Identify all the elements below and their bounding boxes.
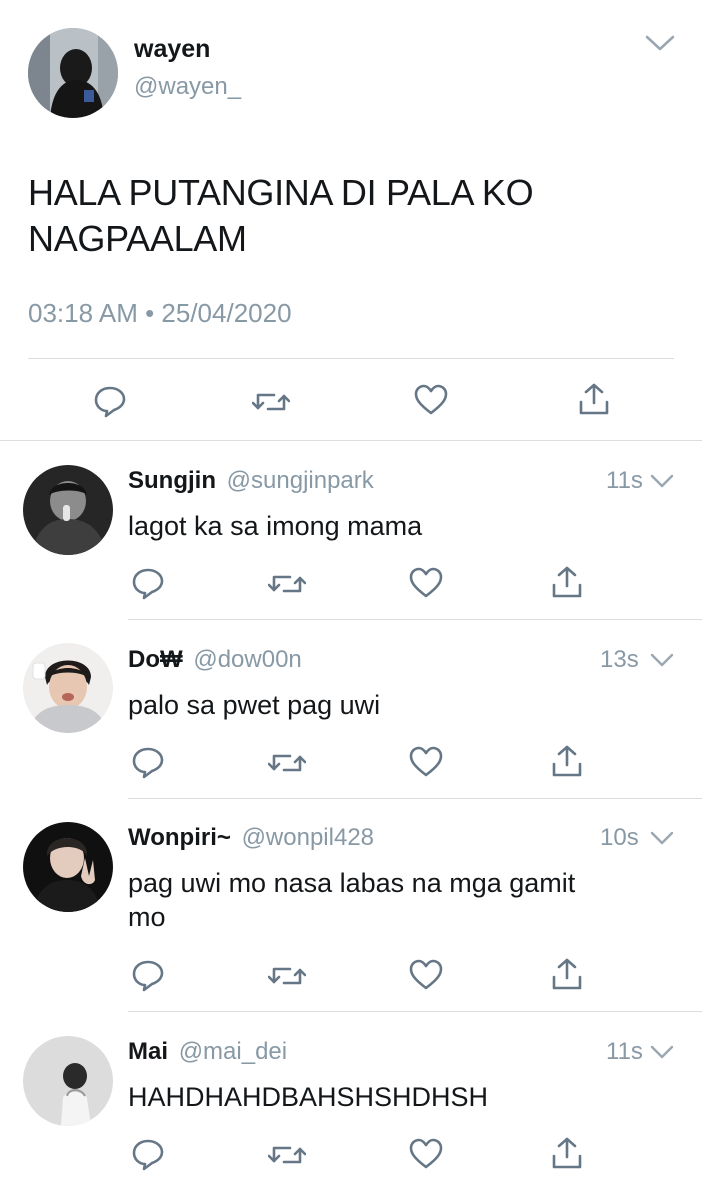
- chevron-down-icon[interactable]: [649, 829, 675, 847]
- reply-header: Mai @mai_dei: [128, 1037, 287, 1067]
- divider: [128, 798, 702, 799]
- tweet-text: HALA PUTANGINA DI PALA KO NAGPAALAM: [28, 170, 534, 262]
- retweet-icon[interactable]: [252, 388, 290, 416]
- share-icon[interactable]: [551, 1136, 583, 1170]
- tweet-text-line: NAGPAALAM: [28, 218, 247, 259]
- reply-icon[interactable]: [93, 384, 127, 418]
- reply-header: Wonpiri~ @wonpil428: [128, 823, 374, 853]
- share-icon[interactable]: [578, 382, 610, 416]
- reply-text: HAHDHAHDBAHSHSHDHSH: [128, 1082, 489, 1112]
- reply-header: Do₩ @dow00n: [128, 645, 302, 675]
- avatar[interactable]: [23, 1036, 113, 1126]
- chevron-down-icon[interactable]: [649, 651, 675, 669]
- avatar[interactable]: [23, 822, 113, 912]
- like-icon[interactable]: [409, 1138, 443, 1170]
- reply-text: pag uwi mo nasa labas na mga gamit mo: [128, 866, 575, 934]
- tweet-text-line: HALA PUTANGINA DI PALA KO: [28, 172, 534, 213]
- author-handle[interactable]: @dow00n: [193, 646, 301, 673]
- avatar[interactable]: [23, 643, 113, 733]
- author-handle[interactable]: @wonpil428: [242, 824, 374, 851]
- share-icon[interactable]: [551, 565, 583, 599]
- reply-icon[interactable]: [131, 745, 165, 779]
- reply-text-line: mo: [128, 902, 166, 932]
- avatar[interactable]: [23, 465, 113, 555]
- divider: [0, 440, 702, 441]
- author-handle[interactable]: @sungjinpark: [227, 467, 374, 494]
- chevron-down-icon[interactable]: [649, 472, 675, 490]
- author-name[interactable]: Wonpiri~: [128, 824, 231, 851]
- reply-icon[interactable]: [131, 958, 165, 992]
- divider: [128, 1011, 702, 1012]
- reply-time: 13s: [600, 646, 639, 673]
- reply-time: 11s: [606, 467, 643, 494]
- share-icon[interactable]: [551, 957, 583, 991]
- reply-text: palo sa pwet pag uwi: [128, 690, 381, 720]
- chevron-down-icon[interactable]: [644, 33, 676, 53]
- author-name[interactable]: wayen: [134, 34, 210, 64]
- reply-header: Sungjin @sungjinpark: [128, 466, 374, 496]
- divider: [28, 358, 674, 359]
- like-icon[interactable]: [409, 959, 443, 991]
- reply-time: 11s: [606, 1038, 643, 1065]
- share-icon[interactable]: [551, 744, 583, 778]
- divider: [128, 619, 702, 620]
- reply-text-line: pag uwi mo nasa labas na mga gamit: [128, 868, 576, 898]
- like-icon[interactable]: [414, 384, 448, 416]
- reply-icon[interactable]: [131, 566, 165, 600]
- retweet-icon[interactable]: [268, 1141, 306, 1169]
- avatar[interactable]: [28, 28, 118, 118]
- chevron-down-icon[interactable]: [649, 1043, 675, 1061]
- like-icon[interactable]: [409, 567, 443, 599]
- reply-time: 10s: [600, 824, 639, 851]
- author-name[interactable]: Sungjin: [128, 467, 216, 494]
- author-handle[interactable]: @wayen_: [134, 72, 241, 102]
- retweet-icon[interactable]: [268, 962, 306, 990]
- author-handle[interactable]: @mai_dei: [179, 1038, 287, 1065]
- reply-text: lagot ka sa imong mama: [128, 511, 423, 541]
- reply-icon[interactable]: [131, 1137, 165, 1171]
- retweet-icon[interactable]: [268, 749, 306, 777]
- author-name[interactable]: Mai: [128, 1038, 168, 1065]
- retweet-icon[interactable]: [268, 570, 306, 598]
- tweet-timestamp: 03:18 AM • 25/04/2020: [28, 298, 292, 328]
- author-name[interactable]: Do₩: [128, 646, 183, 673]
- like-icon[interactable]: [409, 746, 443, 778]
